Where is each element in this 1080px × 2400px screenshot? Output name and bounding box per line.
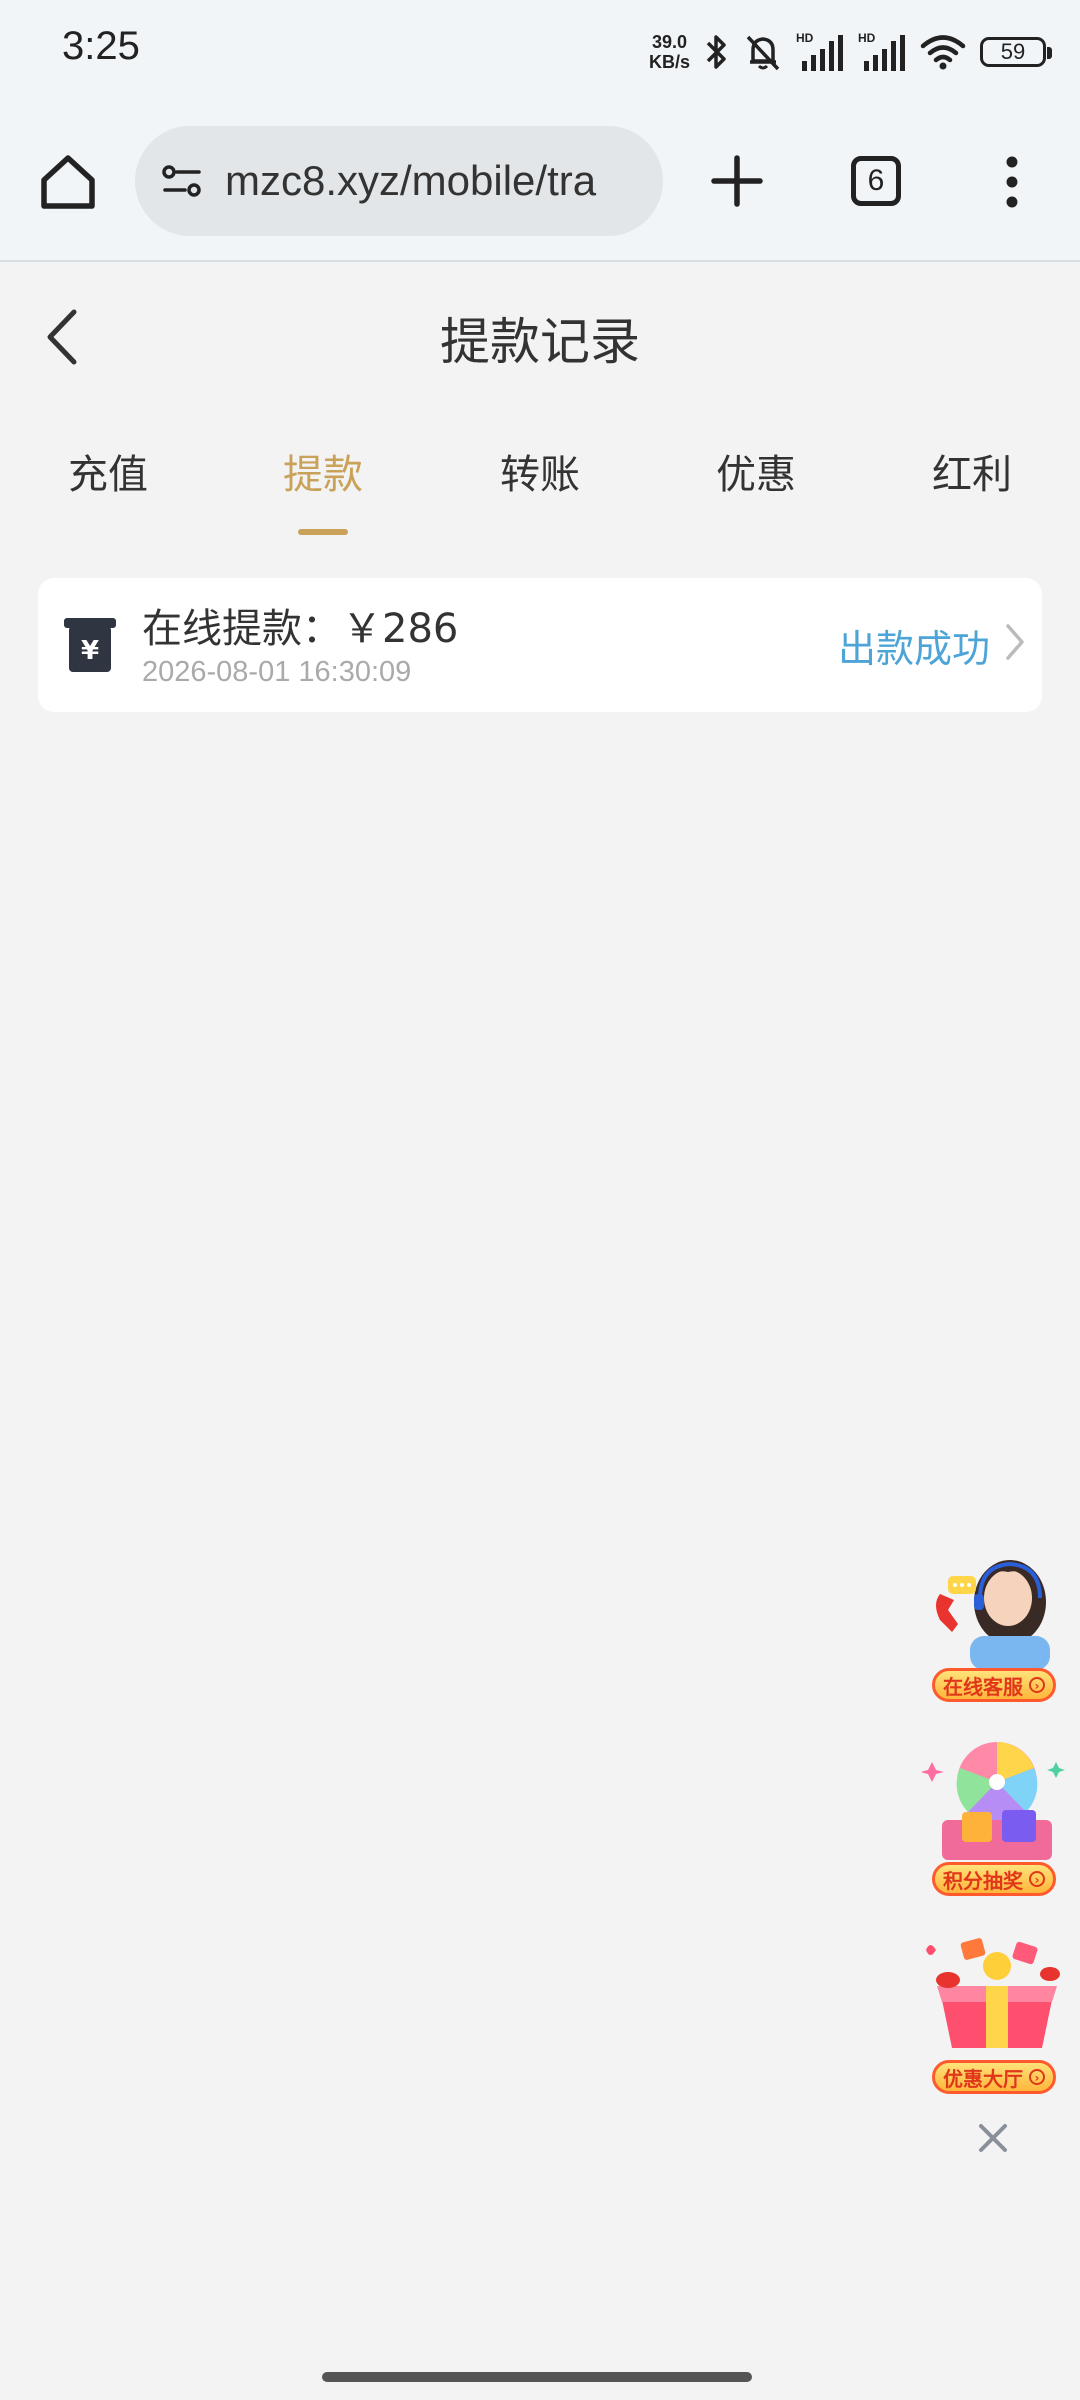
online-service-label[interactable]: 在线客服 › <box>932 1668 1056 1702</box>
chevron-right-icon <box>1006 624 1024 660</box>
online-service-widget[interactable]: 在线客服 › <box>922 1540 1072 1710</box>
bluetooth-icon <box>706 35 726 69</box>
tab-recharge[interactable]: 充值 <box>18 442 198 500</box>
customer-service-agent-icon <box>936 1560 1050 1670</box>
url-bar[interactable]: mzc8.xyz/mobile/tra <box>135 126 663 236</box>
chevron-right-icon: › <box>1029 1871 1045 1887</box>
online-service-text: 在线客服 <box>943 1674 1023 1699</box>
mute-icon <box>746 35 780 71</box>
plus-icon[interactable] <box>706 150 768 212</box>
tab-transfer[interactable]: 转账 <box>450 442 630 500</box>
url-text[interactable]: mzc8.xyz/mobile/tra <box>225 157 596 205</box>
withdraw-record-item[interactable]: ¥ 在线提款：￥286 2026-08-01 16:30:09 出款成功 <box>38 578 1042 712</box>
browser-toolbar: mzc8.xyz/mobile/tra 6 <box>0 110 1080 262</box>
record-time: 2026-08-01 16:30:09 <box>142 656 412 688</box>
wifi-icon <box>920 35 966 70</box>
net-speed: 39.0 KB/s <box>649 32 690 72</box>
status-bar: 3:25 39.0 KB/s HD HD 59 <box>0 0 1080 110</box>
points-lottery-text: 积分抽奖 <box>943 1868 1023 1893</box>
tab-bonus[interactable]: 红利 <box>882 442 1062 500</box>
promotion-hall-label[interactable]: 优惠大厅 › <box>932 2060 1056 2094</box>
more-vert-icon[interactable] <box>990 150 1034 214</box>
record-type-tabs: 充值 提款 转账 优惠 红利 <box>0 412 1080 542</box>
promotion-hall-widget[interactable]: 优惠大厅 › <box>922 1930 1072 2102</box>
record-status: 出款成功 <box>837 627 990 671</box>
tab-withdraw[interactable]: 提款 <box>233 442 413 500</box>
status-icons: 39.0 KB/s HD HD 59 <box>649 26 1052 78</box>
page-header: 提款记录 <box>0 262 1080 412</box>
promotion-hall-text: 优惠大厅 <box>943 2066 1023 2091</box>
gift-box-icon <box>926 1938 1060 2048</box>
battery-icon: 59 <box>980 37 1052 67</box>
chevron-right-icon: › <box>1029 2069 1045 2085</box>
home-icon[interactable] <box>36 150 100 214</box>
record-title: 在线提款：￥286 <box>142 606 459 652</box>
tab-promotion[interactable]: 优惠 <box>666 442 846 500</box>
signal-icon: HD <box>858 31 905 71</box>
lottery-wheel-icon <box>922 1742 1065 1860</box>
net-speed-unit: KB/s <box>648 52 690 72</box>
withdraw-yen-icon: ¥ <box>64 618 116 672</box>
site-settings-icon[interactable] <box>157 156 207 206</box>
gesture-home-bar[interactable] <box>322 2372 752 2382</box>
svg-text:HD: HD <box>796 31 814 45</box>
tabs-icon[interactable]: 6 <box>851 156 901 206</box>
svg-text:HD: HD <box>858 31 876 45</box>
signal-icon: HD <box>796 31 843 71</box>
active-tab-indicator <box>298 529 348 535</box>
close-icon[interactable] <box>975 2120 1011 2156</box>
status-time: 3:25 <box>62 24 140 68</box>
chevron-right-icon: › <box>1029 1677 1045 1693</box>
points-lottery-widget[interactable]: 积分抽奖 › <box>922 1732 1072 1904</box>
net-speed-value: 39.0 <box>651 32 688 52</box>
page-title: 提款记录 <box>440 313 640 371</box>
points-lottery-label[interactable]: 积分抽奖 › <box>932 1862 1056 1896</box>
svg-text:¥: ¥ <box>81 636 99 666</box>
